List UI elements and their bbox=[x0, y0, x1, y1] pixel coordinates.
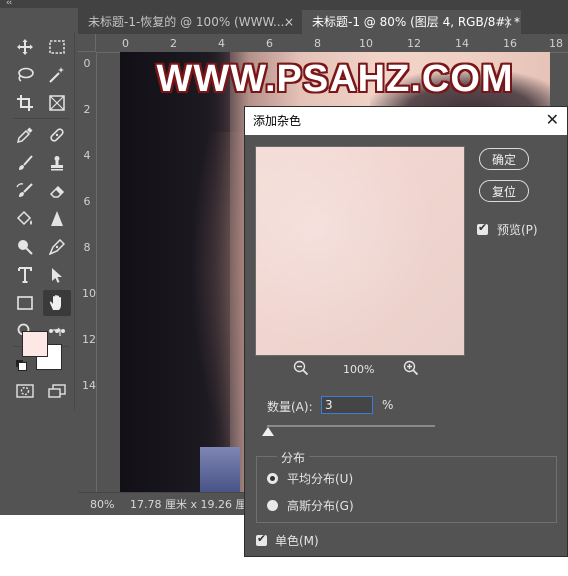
close-icon[interactable]: ✕ bbox=[546, 110, 559, 129]
ruler-label: 18 bbox=[549, 37, 563, 50]
amount-label: 数量(A): bbox=[267, 400, 313, 414]
preview-zoom-controls: 100% bbox=[293, 360, 433, 380]
ruler-label: 0 bbox=[122, 37, 129, 50]
checkmark-icon: ✔ bbox=[257, 532, 267, 545]
vertical-ruler[interactable]: 0 2 4 6 8 10 12 14 bbox=[78, 52, 97, 492]
ruler-label: 8 bbox=[314, 37, 321, 50]
magic-wand-tool-icon[interactable] bbox=[43, 62, 71, 88]
screen-mode-icon[interactable] bbox=[43, 378, 71, 404]
watermark-text: WWW.PSAHZ.COM bbox=[156, 58, 514, 100]
rectangle-tool-icon[interactable] bbox=[11, 290, 39, 316]
uniform-radio[interactable] bbox=[267, 473, 278, 484]
tab-document-2[interactable]: 未标题-1 @ 80% (图层 4, RGB/8#) * × bbox=[302, 10, 521, 34]
brush-tool-icon[interactable] bbox=[11, 150, 39, 176]
preview-label[interactable]: 预览(P) bbox=[497, 221, 538, 238]
document-tabs: 未标题-1-恢复的 @ 100% (WWW.... × 未标题-1 @ 80% … bbox=[78, 8, 568, 34]
pen-tool-icon[interactable] bbox=[43, 234, 71, 260]
dialog-titlebar[interactable]: 添加杂色 ✕ bbox=[245, 107, 567, 135]
ruler-label: 14 bbox=[82, 379, 96, 392]
zoom-status[interactable]: 80% bbox=[90, 493, 114, 515]
eyedropper-tool-icon[interactable] bbox=[11, 122, 39, 148]
move-tool-icon[interactable] bbox=[11, 34, 39, 60]
ruler-label: 10 bbox=[82, 287, 96, 300]
tab-document-1[interactable]: 未标题-1-恢复的 @ 100% (WWW.... × bbox=[78, 10, 302, 34]
ruler-label: 8 bbox=[83, 241, 91, 254]
tab-label: 未标题-1 @ 80% (图层 4, RGB/8#) * bbox=[312, 15, 520, 29]
default-colors-icon[interactable] bbox=[18, 362, 27, 371]
ruler-label: 14 bbox=[455, 37, 469, 50]
close-tab-icon[interactable]: × bbox=[284, 10, 294, 34]
ruler-label: 2 bbox=[83, 103, 91, 116]
reset-button[interactable]: 复位 bbox=[479, 180, 529, 202]
ruler-label: 12 bbox=[407, 37, 421, 50]
amount-input[interactable]: 3 bbox=[321, 396, 373, 414]
add-noise-dialog: 添加杂色 ✕ 100% 确定 复位 ✔ 预览(P) 数量(A): 3 % 分布 … bbox=[244, 106, 568, 557]
ruler-label: 6 bbox=[83, 195, 91, 208]
ruler-label: 12 bbox=[82, 333, 96, 346]
gaussian-radio[interactable] bbox=[267, 500, 278, 511]
collapse-icon[interactable]: ‹‹ bbox=[6, 0, 12, 8]
clone-stamp-tool-icon[interactable] bbox=[43, 150, 71, 176]
healing-brush-tool-icon[interactable] bbox=[43, 122, 71, 148]
history-brush-tool-icon[interactable] bbox=[11, 178, 39, 204]
horizontal-ruler[interactable]: 0 2 4 6 8 10 12 14 16 18 bbox=[96, 34, 568, 53]
noise-preview[interactable] bbox=[255, 146, 465, 356]
marquee-tool-icon[interactable] bbox=[43, 34, 71, 60]
toolbar-separator bbox=[13, 118, 69, 119]
path-selection-tool-icon[interactable] bbox=[43, 262, 71, 288]
frame-tool-icon[interactable] bbox=[43, 90, 71, 116]
swap-colors-icon[interactable] bbox=[52, 327, 62, 340]
paint-bucket-tool-icon[interactable] bbox=[11, 206, 39, 232]
monochromatic-checkbox[interactable]: ✔ bbox=[256, 532, 267, 546]
panel-collapse-bar[interactable]: ‹‹ bbox=[0, 0, 568, 8]
ruler-label: 16 bbox=[503, 37, 517, 50]
preview-zoom-level: 100% bbox=[343, 363, 375, 376]
ruler-corner[interactable] bbox=[78, 34, 96, 52]
monochromatic-label[interactable]: 单色(M) bbox=[275, 532, 319, 549]
zoom-out-icon[interactable] bbox=[293, 360, 309, 379]
eraser-tool-icon[interactable] bbox=[43, 178, 71, 204]
ruler-label: 0 bbox=[83, 57, 91, 70]
foreground-color-swatch[interactable] bbox=[22, 331, 48, 357]
document-size: 17.78 厘米 x 19.26 厘米 bbox=[130, 498, 258, 511]
uniform-label[interactable]: 平均分布(U) bbox=[287, 470, 353, 487]
lasso-tool-icon[interactable] bbox=[11, 62, 39, 88]
zoom-in-icon[interactable] bbox=[403, 360, 419, 379]
type-tool-icon[interactable] bbox=[11, 262, 39, 288]
dodge-tool-icon[interactable] bbox=[11, 234, 39, 260]
ruler-label: 6 bbox=[266, 37, 273, 50]
close-tab-icon[interactable]: × bbox=[503, 10, 513, 34]
distribution-legend: 分布 bbox=[277, 449, 310, 466]
ruler-label: 2 bbox=[170, 37, 177, 50]
ruler-label: 10 bbox=[359, 37, 373, 50]
tab-label: 未标题-1-恢复的 @ 100% (WWW.... bbox=[88, 15, 289, 29]
dialog-title: 添加杂色 bbox=[253, 114, 302, 128]
distribution-group: 分布 平均分布(U) 高斯分布(G) bbox=[256, 449, 557, 523]
ruler-label: 4 bbox=[218, 37, 225, 50]
preview-checkbox[interactable]: ✔ bbox=[477, 221, 488, 235]
ok-button[interactable]: 确定 bbox=[479, 148, 529, 170]
gaussian-label[interactable]: 高斯分布(G) bbox=[287, 497, 354, 514]
sharpen-tool-icon[interactable] bbox=[43, 206, 71, 232]
amount-slider-track[interactable] bbox=[267, 425, 435, 427]
checkmark-icon: ✔ bbox=[478, 221, 488, 234]
hand-tool-icon[interactable] bbox=[43, 290, 71, 316]
amount-unit: % bbox=[382, 398, 394, 412]
quick-mask-icon[interactable] bbox=[11, 378, 39, 404]
photo-shirt-region bbox=[200, 447, 240, 492]
amount-slider-thumb[interactable] bbox=[262, 427, 274, 436]
ruler-label: 4 bbox=[83, 149, 91, 162]
crop-tool-icon[interactable] bbox=[11, 90, 39, 116]
